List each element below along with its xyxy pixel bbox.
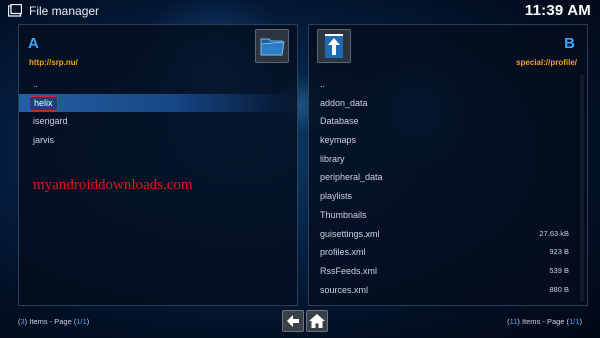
list-item[interactable]: .. xyxy=(19,75,297,94)
list-item[interactable]: keymaps xyxy=(309,131,587,150)
home-button[interactable] xyxy=(306,310,328,332)
back-button[interactable] xyxy=(282,310,304,332)
up-arrow-icon xyxy=(325,34,343,58)
list-item[interactable]: addon_data xyxy=(309,94,587,113)
top-bar: File manager 11:39 AM xyxy=(0,0,600,22)
list-item[interactable]: RssFeeds.xml 539 B xyxy=(309,262,587,281)
folder-icon xyxy=(260,38,285,56)
list-item[interactable]: peripheral_data xyxy=(309,168,587,187)
watermark: myandroiddownloads.com xyxy=(33,177,193,193)
list-item[interactable]: Database xyxy=(309,112,587,131)
right-item-count: (11) Items - Page (1/1) xyxy=(507,317,582,326)
folder-button[interactable] xyxy=(255,29,289,63)
list-item[interactable]: library xyxy=(309,150,587,169)
list-item[interactable]: guisettings.xml 27.63 kB xyxy=(309,225,587,244)
left-item-count: (3) Items - Page (1/1) xyxy=(18,317,90,326)
list-item[interactable]: isengard xyxy=(19,112,297,131)
parent-folder-button[interactable] xyxy=(317,29,351,63)
panel-letter-b: B xyxy=(564,35,575,52)
left-file-list: .. helix isengard jarvis xyxy=(19,75,297,150)
right-panel: B special://profile/ .. addon_data Datab… xyxy=(308,24,588,306)
back-arrow-icon xyxy=(287,315,299,327)
list-item[interactable]: jarvis xyxy=(19,131,297,150)
footer: (3) Items - Page (1/1) (11) Items - Page… xyxy=(0,306,600,338)
list-item[interactable]: sources.xml 880 B xyxy=(309,281,587,300)
right-file-list: .. addon_data Database keymaps library p… xyxy=(309,75,587,299)
list-item[interactable]: Thumbnails xyxy=(309,206,587,225)
clock: 11:39 AM xyxy=(524,2,591,19)
left-panel-path: http://srp.nu/ xyxy=(29,58,78,67)
list-item[interactable]: .. xyxy=(309,75,587,94)
scrollbar[interactable] xyxy=(580,75,584,301)
list-item-selected[interactable]: helix xyxy=(19,93,297,113)
home-icon xyxy=(309,314,325,328)
file-manager-icon xyxy=(8,4,22,17)
right-panel-path: special://profile/ xyxy=(516,58,577,67)
left-panel: A http://srp.nu/ .. helix isengard jarvi… xyxy=(18,24,298,306)
panel-letter-a: A xyxy=(28,35,39,52)
list-item[interactable]: playlists xyxy=(309,187,587,206)
window-title: File manager xyxy=(29,4,100,18)
list-item[interactable]: profiles.xml 923 B xyxy=(309,243,587,262)
